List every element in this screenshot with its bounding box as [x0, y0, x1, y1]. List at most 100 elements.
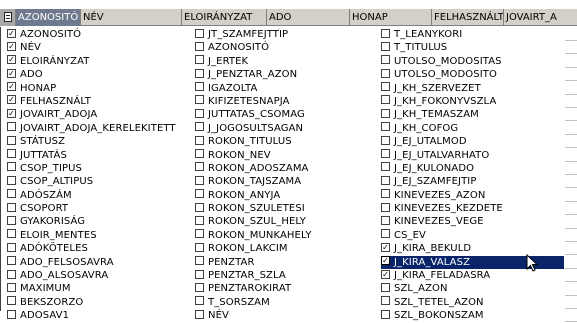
- checkbox-unchecked[interactable]: [195, 175, 204, 185]
- column-option[interactable]: ADO_ALSOSAVRA: [7, 269, 187, 282]
- column-option[interactable]: ROKON_ADOSZAMA: [195, 162, 375, 175]
- column-option[interactable]: JUTTATAS_CSOMAG: [195, 108, 375, 121]
- header-col-nev[interactable]: NÉV: [81, 9, 182, 26]
- column-option[interactable]: SZL_BOKONSZAM: [381, 309, 564, 322]
- column-option[interactable]: KINEVEZES_KEZDETE: [381, 202, 564, 215]
- column-option[interactable]: ADOSAV1: [7, 309, 187, 322]
- checkbox-unchecked[interactable]: [7, 135, 16, 145]
- column-option[interactable]: CS_EV: [381, 229, 564, 242]
- checkbox-unchecked[interactable]: [381, 175, 390, 185]
- column-option[interactable]: J_KH_FOKONYVSZLA: [381, 95, 564, 108]
- checkbox-unchecked[interactable]: [195, 41, 204, 51]
- checkbox-unchecked[interactable]: [7, 256, 16, 266]
- checkbox-unchecked[interactable]: [7, 189, 16, 199]
- checkbox-unchecked[interactable]: [195, 108, 204, 118]
- column-option[interactable]: ROKON_LAKCIM: [195, 242, 375, 255]
- column-option[interactable]: ROKON_TITULUS: [195, 135, 375, 148]
- checkbox-checked[interactable]: ✓: [7, 108, 16, 118]
- checkbox-checked[interactable]: ✓: [7, 95, 16, 105]
- column-option[interactable]: NÉV: [195, 309, 375, 322]
- column-option[interactable]: ✓ ELOIRÁNYZAT: [7, 55, 187, 68]
- header-col-honap[interactable]: HONAP: [350, 9, 432, 26]
- checkbox-unchecked[interactable]: [381, 108, 390, 118]
- column-option[interactable]: MAXIMUM: [7, 282, 187, 295]
- checkbox-unchecked[interactable]: [195, 215, 204, 225]
- checkbox-unchecked[interactable]: [7, 296, 16, 306]
- column-option[interactable]: J_PENZTAR_AZON: [195, 68, 375, 81]
- checkbox-unchecked[interactable]: [195, 296, 204, 306]
- checkbox-unchecked[interactable]: [381, 189, 390, 199]
- column-option[interactable]: PENZTAROKIRAT: [195, 282, 375, 295]
- column-option[interactable]: PENZTAR_SZLA: [195, 269, 375, 282]
- column-option[interactable]: ADÓKÖTELES: [7, 242, 187, 255]
- header-col-eloiranyzat[interactable]: ELOIRÁNYZAT: [182, 9, 267, 26]
- column-option[interactable]: BEKSZORZO: [7, 296, 187, 309]
- column-option[interactable]: ✓ NÉV: [7, 41, 187, 54]
- column-option[interactable]: J_ERTEK: [195, 55, 375, 68]
- checkbox-unchecked[interactable]: [195, 242, 204, 252]
- checkbox-unchecked[interactable]: [381, 229, 390, 239]
- header-col-felhasznalt[interactable]: FELHASZNÁLT: [432, 9, 504, 26]
- checkbox-unchecked[interactable]: [195, 82, 204, 92]
- checkbox-unchecked[interactable]: [7, 149, 16, 159]
- column-option[interactable]: CSOP_ALTIPUS: [7, 175, 187, 188]
- checkbox-unchecked[interactable]: [7, 162, 16, 172]
- checkbox-checked[interactable]: ✓: [381, 269, 390, 279]
- checkbox-checked[interactable]: ✓: [7, 55, 16, 65]
- header-col-jovairt[interactable]: JOVAIRT_A: [504, 9, 577, 26]
- checkbox-checked[interactable]: ✓: [7, 82, 16, 92]
- checkbox-unchecked[interactable]: [195, 269, 204, 279]
- checkbox-unchecked[interactable]: [381, 28, 390, 38]
- column-option[interactable]: ROKON_SZUL_HELY: [195, 215, 375, 228]
- column-option[interactable]: GYAKORISÁG: [7, 215, 187, 228]
- column-option[interactable]: ADO_FELSOSAVRA: [7, 256, 187, 269]
- checkbox-unchecked[interactable]: [381, 41, 390, 51]
- checkbox-unchecked[interactable]: [195, 162, 204, 172]
- checkbox-unchecked[interactable]: [195, 55, 204, 65]
- column-option[interactable]: J_EJ_UTALVARHATO: [381, 149, 564, 162]
- column-option[interactable]: ROKON_ANYJA: [195, 189, 375, 202]
- column-option[interactable]: KINEVEZES_VEGE: [381, 215, 564, 228]
- header-col-ado[interactable]: ADO: [267, 9, 350, 26]
- checkbox-unchecked[interactable]: [7, 202, 16, 212]
- column-option[interactable]: ROKON_NEV: [195, 149, 375, 162]
- column-option[interactable]: STÁTUSZ: [7, 135, 187, 148]
- column-option[interactable]: ROKON_MUNKAHELY: [195, 229, 375, 242]
- checkbox-unchecked[interactable]: [7, 215, 16, 225]
- checkbox-unchecked[interactable]: [7, 175, 16, 185]
- column-option[interactable]: J_EJ_SZAMFEJTIP: [381, 175, 564, 188]
- checkbox-unchecked[interactable]: [381, 162, 390, 172]
- column-option[interactable]: JUTTATÁS: [7, 149, 187, 162]
- column-option[interactable]: J_EJ_KULONADO: [381, 162, 564, 175]
- checkbox-checked[interactable]: ✓: [381, 256, 390, 266]
- column-option[interactable]: ROKON_SZULETESI: [195, 202, 375, 215]
- checkbox-unchecked[interactable]: [7, 122, 16, 132]
- column-option[interactable]: ✓ FELHASZNÁLT: [7, 95, 187, 108]
- column-option[interactable]: JOVAIRT_ADOJA_KERELEKITETT: [7, 122, 187, 135]
- column-option[interactable]: SZL_TETEL_AZON: [381, 296, 564, 309]
- checkbox-unchecked[interactable]: [195, 309, 204, 319]
- checkbox-checked[interactable]: ✓: [7, 28, 16, 38]
- checkbox-unchecked[interactable]: [195, 229, 204, 239]
- column-option[interactable]: AZONOSITÓ: [195, 41, 375, 54]
- column-option[interactable]: ELOIR_MENTES: [7, 229, 187, 242]
- column-option[interactable]: J_JOGOSULTSAGAN: [195, 122, 375, 135]
- column-option[interactable]: ROKON_TAJSZAMA: [195, 175, 375, 188]
- column-option[interactable]: ✓ AZONOSITÓ: [7, 28, 187, 41]
- checkbox-unchecked[interactable]: [7, 229, 16, 239]
- column-option[interactable]: ✓ HONAP: [7, 82, 187, 95]
- column-option[interactable]: SZL_AZON: [381, 282, 564, 295]
- checkbox-unchecked[interactable]: [195, 28, 204, 38]
- checkbox-unchecked[interactable]: [7, 269, 16, 279]
- checkbox-unchecked[interactable]: [381, 149, 390, 159]
- column-option[interactable]: UTOLSO_MODOSITO: [381, 68, 564, 81]
- checkbox-unchecked[interactable]: [195, 189, 204, 199]
- checkbox-unchecked[interactable]: [381, 55, 390, 65]
- checkbox-unchecked[interactable]: [195, 202, 204, 212]
- checkbox-unchecked[interactable]: [7, 309, 16, 319]
- checkbox-unchecked[interactable]: [381, 68, 390, 78]
- checkbox-unchecked[interactable]: [381, 296, 390, 306]
- checkbox-unchecked[interactable]: [195, 68, 204, 78]
- column-chooser-button[interactable]: [0, 9, 16, 26]
- column-option[interactable]: T_SORSZAM: [195, 296, 375, 309]
